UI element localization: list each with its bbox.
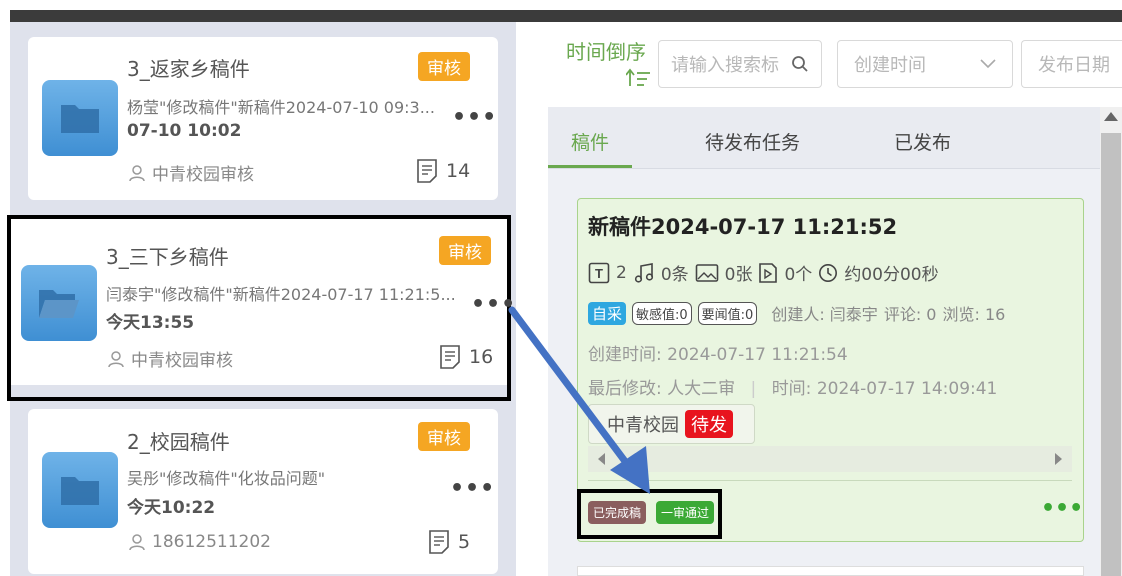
image-count: 0张	[724, 265, 753, 285]
more-options-button[interactable]: •••	[452, 105, 497, 130]
text-count: 2	[616, 262, 627, 283]
manuscript-stats: T 2 0条 0张 0个 约00分00秒	[588, 260, 939, 285]
text-icon: T	[588, 262, 610, 283]
tab-pending-tasks[interactable]: 待发布任务	[705, 128, 800, 155]
folder-latest-change: 吴彤"修改稿件"化妆品问题"	[127, 469, 326, 488]
created-time: 创建时间: 2024-07-17 11:21:54	[588, 345, 848, 365]
view-count: 浏览: 16	[942, 305, 1006, 324]
created-time-label: 创建时间	[854, 55, 926, 76]
manuscript-title[interactable]: 新稿件2024-07-17 11:21:52	[588, 211, 897, 241]
user-icon	[108, 350, 124, 367]
more-options-button[interactable]: •••	[450, 476, 495, 501]
top-bar	[10, 10, 1122, 22]
folder-open-icon	[21, 265, 97, 341]
folder-card[interactable]: 2_校园稿件 审核 吴彤"修改稿件"化妆品问题" 今天10:22 ••• 186…	[28, 409, 498, 574]
tab-manuscripts[interactable]: 稿件	[571, 128, 609, 155]
folder-updated-time: 今天10:22	[127, 498, 216, 518]
org-item[interactable]: 中青校园 待发	[588, 404, 755, 444]
card-more-button[interactable]: •••	[1041, 496, 1083, 521]
tab-published[interactable]: 已发布	[894, 128, 951, 155]
comment-count: 评论: 0	[883, 305, 937, 324]
next-manuscript-card[interactable]	[577, 566, 1084, 576]
folder-icon	[42, 80, 118, 156]
status-highlight-box	[577, 489, 722, 539]
folder-owner-label: 中青校园审核	[152, 165, 254, 185]
video-count: 0个	[784, 265, 813, 285]
document-count: 5	[428, 529, 470, 555]
sort-desc-icon[interactable]	[625, 68, 652, 93]
folder-card-selected[interactable]: 3_三下乡稿件 审核 闫泰宇"修改稿件"新稿件2024-07-17 11:21:…	[11, 219, 515, 385]
card-divider	[588, 480, 1072, 481]
document-count-value: 16	[469, 346, 494, 368]
last-modified: 最后修改: 人大二审 | 时间: 2024-07-17 14:09:41	[588, 374, 997, 399]
source-tag: 自采	[588, 301, 627, 325]
user-icon	[129, 164, 145, 181]
folder-latest-change: 杨莹"修改稿件"新稿件2024-07-10 09:3...	[127, 98, 435, 117]
scroll-left-arrow-icon[interactable]	[598, 453, 605, 465]
chevron-down-icon	[980, 59, 996, 69]
folder-card[interactable]: 3_返家乡稿件 审核 杨莹"修改稿件"新稿件2024-07-10 09:3...…	[28, 37, 498, 200]
svg-text:T: T	[595, 266, 603, 281]
org-name: 中青校园	[607, 415, 679, 436]
folder-owner: 中青校园审核	[107, 346, 233, 371]
document-count-value: 14	[446, 160, 471, 182]
folder-updated-time: 今天13:55	[106, 313, 195, 333]
scroll-up-arrow-icon[interactable]	[1104, 112, 1118, 121]
creator: 创建人: 闫泰宇	[771, 305, 878, 324]
user-icon	[129, 534, 145, 551]
document-icon	[440, 345, 460, 369]
video-icon	[759, 262, 778, 283]
document-count: 16	[439, 344, 493, 370]
folder-updated-time: 07-10 10:02	[127, 121, 242, 141]
image-icon	[695, 263, 718, 282]
review-badge: 审核	[439, 236, 491, 265]
scroll-right-arrow-icon[interactable]	[1055, 453, 1062, 465]
folder-owner: 中青校园审核	[128, 160, 254, 185]
org-status-badge: 待发	[685, 410, 733, 438]
document-icon	[429, 530, 449, 554]
folder-title: 2_校园稿件	[127, 430, 230, 454]
folder-owner-label: 18612511202	[152, 532, 271, 552]
card-divider	[11, 385, 507, 397]
sort-toggle[interactable]: 时间倒序	[566, 36, 646, 65]
active-tab-indicator	[548, 165, 632, 168]
search-placeholder: 请输入搜索标	[671, 55, 779, 76]
horizontal-scrollbar[interactable]	[588, 446, 1072, 472]
modified-time: 时间: 2024-07-17 14:09:41	[771, 379, 998, 399]
folder-owner: 18612511202	[128, 532, 271, 552]
clock-icon	[819, 263, 838, 282]
scrollbar-thumb[interactable]	[1101, 133, 1121, 576]
publish-date-input[interactable]: 发布日期	[1021, 40, 1122, 88]
review-badge: 审核	[418, 52, 470, 81]
review-badge: 审核	[418, 422, 470, 451]
separator: |	[750, 379, 757, 399]
duration: 约00分00秒	[844, 265, 939, 285]
music-icon	[634, 262, 653, 283]
manuscript-tags: 自采 敏感值:0 要闻值:0 创建人: 闫泰宇 评论: 0 浏览: 16	[588, 301, 1005, 325]
folder-title: 3_三下乡稿件	[106, 245, 229, 269]
document-count: 14	[416, 158, 470, 184]
last-modified-by: 最后修改: 人大二审	[588, 379, 736, 399]
folder-icon	[42, 452, 118, 528]
news-value-tag: 要闻值:0	[697, 301, 758, 325]
document-icon	[417, 159, 437, 183]
document-count-value: 5	[458, 531, 471, 553]
sensitivity-tag: 敏感值:0	[632, 301, 692, 325]
created-time-select[interactable]: 创建时间	[837, 40, 1013, 88]
search-icon[interactable]	[791, 55, 809, 73]
folder-owner-label: 中青校园审核	[131, 351, 233, 371]
folder-latest-change: 闫泰宇"修改稿件"新稿件2024-07-17 11:21:5...	[106, 285, 456, 304]
folder-title: 3_返家乡稿件	[127, 57, 250, 81]
audio-count: 0条	[660, 265, 689, 285]
tab-bar	[548, 107, 1100, 169]
search-input[interactable]: 请输入搜索标	[658, 40, 822, 88]
more-options-button[interactable]: •••	[471, 292, 516, 317]
